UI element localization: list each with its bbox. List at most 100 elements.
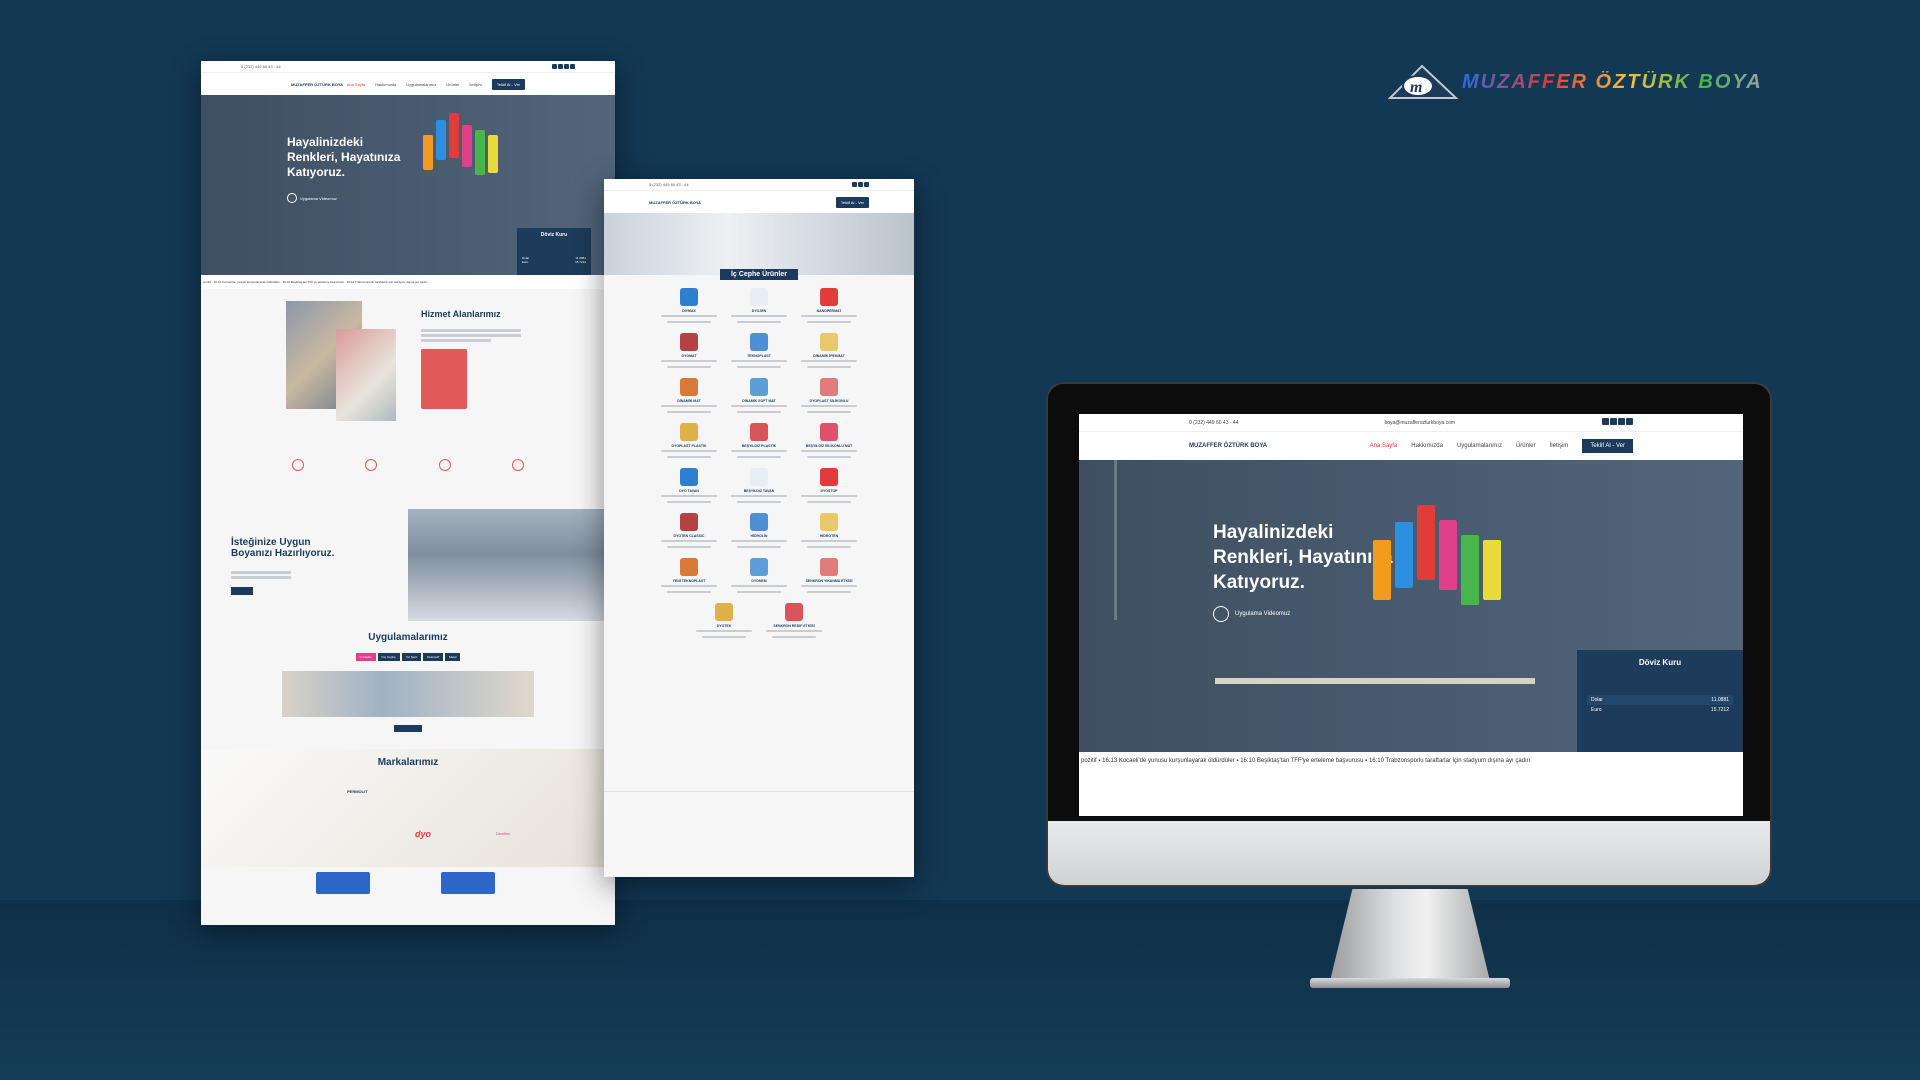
product-card[interactable]: DYOSTOP: [794, 468, 864, 505]
product-card[interactable]: TEKNOPLAST: [724, 333, 794, 370]
product-card[interactable]: DYOPLAST SİLİKONLU: [794, 378, 864, 415]
nav-logo[interactable]: MUZAFFER ÖZTÜRK BOYA: [1189, 443, 1267, 449]
hero-line1: Hayalinizdeki: [1213, 522, 1334, 543]
topbar: 0 (232) 449 60 43 - 44: [201, 61, 615, 73]
nav-cta-button[interactable]: Teklif Al - Ver: [491, 78, 525, 90]
product-card[interactable]: HİDROLİN: [724, 513, 794, 550]
paint-roller-icon: [436, 120, 446, 160]
currency-mini-widget: [441, 872, 495, 894]
twitter-icon[interactable]: [858, 181, 863, 187]
more-button[interactable]: [394, 725, 422, 732]
product-card[interactable]: NANOPERMAT: [794, 288, 864, 325]
hero-line2: Renkleri, Hayatınıza: [1213, 547, 1393, 568]
nav-about[interactable]: Hakkımızda: [1411, 443, 1443, 449]
product-name: DYOJEN: [751, 309, 767, 313]
app-tab[interactable]: Dış Cephe: [377, 653, 400, 661]
paint-bucket-icon: [820, 333, 838, 351]
news-ticker: pozitif · 16:13 Kocaeli'de yunusu kurşun…: [201, 275, 615, 289]
paint-roller-icon: [1439, 520, 1457, 590]
ready-button[interactable]: [231, 587, 253, 595]
product-card[interactable]: DYO TAVAN: [654, 468, 724, 505]
paint-bucket-icon: [680, 468, 698, 486]
paint-bucket-icon: [680, 288, 698, 306]
product-card[interactable]: BEŞYILDIZ TAVAN: [724, 468, 794, 505]
nav-cta-button[interactable]: Teklif Al - Ver: [1582, 439, 1633, 453]
product-name: DYOPLAST PLASTİK: [671, 444, 707, 448]
product-card[interactable]: HİDROTEN: [794, 513, 864, 550]
product-card[interactable]: BEŞYILDIZ SİLİKONLU MAT: [794, 423, 864, 460]
product-card[interactable]: DYOMAT: [654, 333, 724, 370]
product-name: DİNAMİK SOFT MAT: [742, 399, 776, 403]
twitter-icon[interactable]: [1610, 418, 1617, 425]
nav-logo[interactable]: MUZAFFER ÖZTÜRK BOYA: [649, 200, 701, 205]
app-tab[interactable]: Metal: [445, 653, 461, 661]
facebook-icon[interactable]: [1602, 418, 1609, 425]
paint-bucket-icon: [750, 288, 768, 306]
sideboard: [1215, 678, 1535, 684]
nav-about[interactable]: Hakkımızda: [375, 82, 396, 87]
services-title: Hizmet Alanlarımız: [421, 309, 501, 319]
nav-home[interactable]: Ana Sayfa: [347, 82, 365, 87]
paint-roller-icon: [1417, 505, 1435, 580]
nav-cta-button[interactable]: Teklif Al - Ver: [835, 196, 869, 208]
instagram-icon[interactable]: [864, 181, 869, 187]
app-tab[interactable]: Dekoratif: [423, 653, 444, 661]
brand-logo-item: Dewilux: [496, 831, 511, 836]
currency-title: Döviz Kuru: [540, 232, 568, 238]
nav-products[interactable]: Ürünler: [446, 82, 459, 87]
app-tab[interactable]: İç Cephe: [355, 653, 376, 661]
nav-applications[interactable]: Uygulamalarımız: [406, 82, 436, 87]
play-icon[interactable]: [287, 193, 297, 203]
product-card[interactable]: DIYMAX: [654, 288, 724, 325]
paint-brush-icon: [291, 459, 304, 471]
twitter-icon[interactable]: [558, 63, 563, 69]
paint-bucket-icon: [750, 423, 768, 441]
product-card[interactable]: DİNAMİK MAT: [654, 378, 724, 415]
app-tab[interactable]: Yer Şerit: [401, 653, 422, 661]
desktop-monitor: 0 (232) 449 60 43 - 44 boya@muzafferoztu…: [1046, 382, 1772, 887]
nav-home[interactable]: Ana Sayfa: [1370, 443, 1398, 449]
paint-bucket-icon: [785, 603, 803, 621]
product-card[interactable]: DİNAMİK SOFT MAT: [724, 378, 794, 415]
services-photo: [336, 329, 396, 421]
applications-gallery: [282, 671, 534, 717]
product-card[interactable]: DYONEM: [724, 558, 794, 595]
currency-value: 11.0881: [1711, 697, 1729, 703]
product-name: DYOMAT: [681, 354, 697, 358]
paint-roller-icon: [1483, 540, 1501, 600]
facebook-icon[interactable]: [552, 63, 557, 69]
product-card[interactable]: YENİ TEKNOPLAST: [654, 558, 724, 595]
nav-logo[interactable]: MUZAFFER ÖZTÜRK BOYA: [291, 82, 343, 87]
linkedin-icon[interactable]: [1626, 418, 1633, 425]
hero-video-label[interactable]: Uygulama Videomuz: [300, 196, 337, 201]
product-card[interactable]: DYOJEN: [724, 288, 794, 325]
product-card[interactable]: DYOTEN CLASSIC: [654, 513, 724, 550]
hero-video-label[interactable]: Uygulama Videomuz: [1235, 611, 1290, 617]
nav-applications[interactable]: Uygulamalarımız: [1457, 443, 1502, 449]
instagram-icon[interactable]: [564, 63, 569, 69]
facebook-icon[interactable]: [852, 181, 857, 187]
currency-value: 15.7212: [575, 260, 586, 264]
paint-bucket-icon: [820, 423, 838, 441]
floor-surface: [0, 900, 1920, 1080]
product-card[interactable]: BEŞYILDIZ PLASTİK: [724, 423, 794, 460]
paint-bucket-icon: [750, 558, 768, 576]
paint-roller-icon: [488, 135, 498, 173]
nav-products[interactable]: Ürünler: [1516, 443, 1536, 449]
paint-bucket-icon: [750, 468, 768, 486]
instagram-icon[interactable]: [1618, 418, 1625, 425]
product-card[interactable]: SENKRON REDIF ETKİSİ: [759, 603, 829, 640]
product-card[interactable]: DYOTEK: [689, 603, 759, 640]
paint-bucket-icon: [820, 513, 838, 531]
paint-bucket-icon: [680, 378, 698, 396]
hero: Hayalinizdeki Renkleri, Hayatınıza Katıy…: [1079, 460, 1743, 752]
linkedin-icon[interactable]: [570, 63, 575, 69]
product-name: BEŞYILDIZ SİLİKONLU MAT: [805, 444, 853, 448]
nav-contact[interactable]: İletişim: [469, 82, 481, 87]
topbar-email[interactable]: boya@muzafferozturkboya.com: [1384, 420, 1455, 426]
product-card[interactable]: DYOPLAST PLASTİK: [654, 423, 724, 460]
play-icon[interactable]: [1213, 606, 1229, 622]
product-card[interactable]: DİNAMİK İPEKMAT: [794, 333, 864, 370]
product-card[interactable]: SENKRON YIKANMA ETKİSİ: [794, 558, 864, 595]
nav-contact[interactable]: İletişim: [1550, 443, 1569, 449]
